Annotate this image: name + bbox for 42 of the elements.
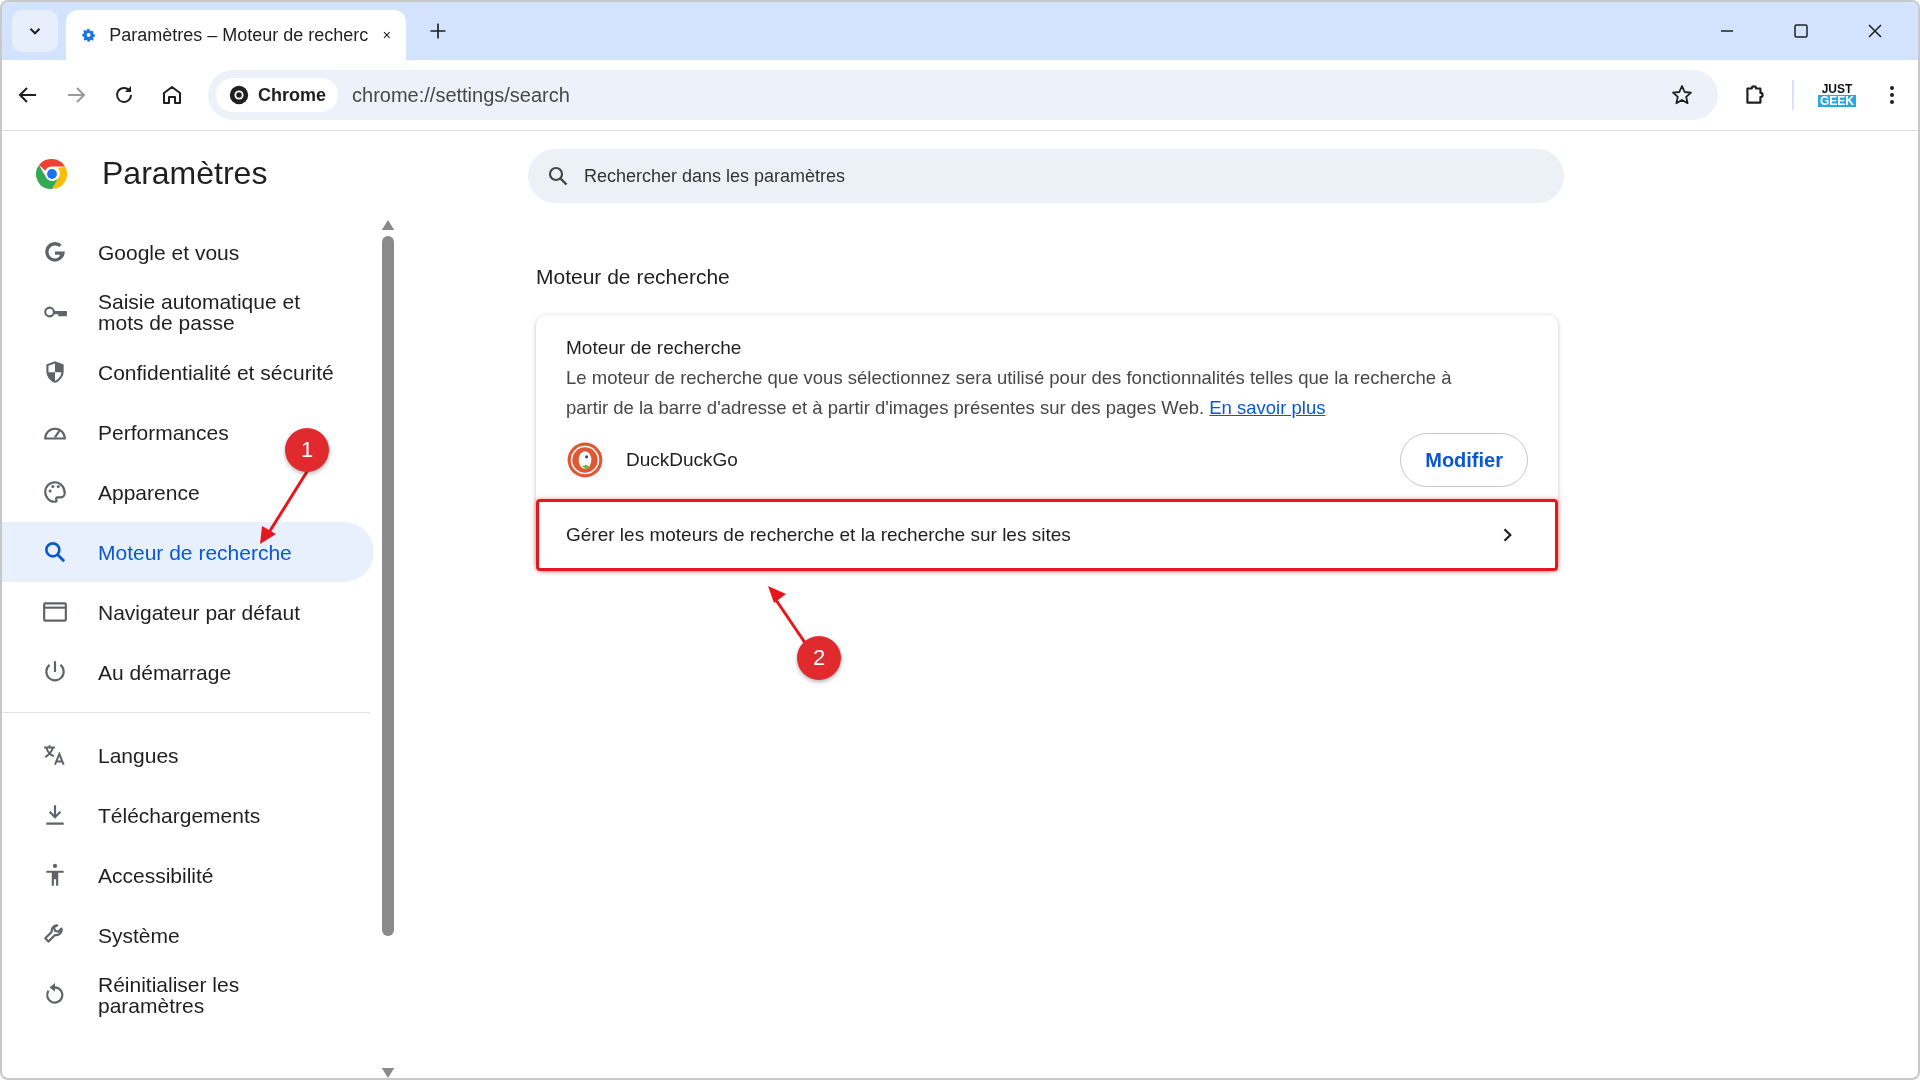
search-icon — [546, 164, 570, 188]
card-description: Le moteur de recherche que vous sélectionnez sera utilisé pour des fonctionnalités telles que la recherche à partir de la barre d'adresse et à partir d'images présentes sur des pages Web. En savoir plus — [566, 366, 1453, 420]
site-chip-label: Chrome — [258, 84, 326, 106]
palette-icon — [42, 479, 68, 505]
close-icon[interactable] — [1866, 22, 1884, 40]
search-icon — [42, 539, 68, 565]
sidebar-item[interactable]: Navigateur par défaut — [2, 582, 320, 642]
tab-title: Paramètres – Moteur de recherc — [109, 24, 369, 46]
sidebar-item[interactable]: Confidentialité et sécurité — [2, 342, 354, 402]
step-number-badge: 2 — [797, 636, 841, 680]
sidebar-item[interactable]: Google et vous — [2, 222, 260, 282]
window-icon — [42, 599, 68, 625]
sidebar-item[interactable]: Au démarrage — [2, 642, 252, 702]
modify-button[interactable]: Modifier — [1400, 433, 1528, 487]
sidebar-item[interactable]: Apparence — [2, 462, 220, 522]
scroll-up-arrow-icon[interactable] — [381, 220, 395, 230]
maximize-icon[interactable] — [1792, 22, 1810, 40]
sidebar-item[interactable]: Saisie automatique et mots de passe — [2, 282, 358, 342]
sidebar-item[interactable]: Réinitialiser les paramètres — [2, 965, 358, 1025]
sidebar-item[interactable]: Téléchargements — [2, 785, 281, 845]
learn-more-link[interactable]: En savoir plus — [1209, 397, 1326, 418]
site-chip[interactable]: Chrome — [216, 78, 338, 112]
browser-tab[interactable]: Paramètres – Moteur de recherc — [66, 10, 406, 60]
card-title: Moteur de recherche — [566, 337, 743, 359]
search-field[interactable]: Rechercher dans les paramètres — [528, 149, 1564, 203]
url-text: chrome://settings/search — [352, 83, 570, 107]
sidebar-item[interactable]: Accessibilité — [2, 845, 234, 905]
address-bar[interactable]: Chrome chrome://settings/search — [208, 70, 1718, 120]
sidebar-item[interactable]: Langues — [2, 725, 199, 785]
sidebar-item[interactable]: Moteur de recherche — [2, 522, 374, 582]
home-icon[interactable] — [160, 83, 184, 107]
step-number-badge: 1 — [285, 428, 329, 472]
page-title: Paramètres — [102, 155, 268, 192]
sidebar-item[interactable]: Performances — [2, 402, 249, 462]
engine-name: DuckDuckGo — [626, 449, 738, 471]
google-icon — [42, 239, 68, 265]
sidebar-item[interactable]: Système — [2, 905, 200, 965]
star-icon[interactable] — [1670, 83, 1694, 107]
new-tab-icon[interactable] — [428, 21, 448, 41]
manage-search-engines-row[interactable]: Gérer les moteurs de recherche et la recherche sur les sites — [536, 499, 1558, 571]
section-heading: Moteur de recherche — [536, 265, 731, 289]
scroll-down-arrow-icon[interactable] — [381, 1068, 395, 1078]
